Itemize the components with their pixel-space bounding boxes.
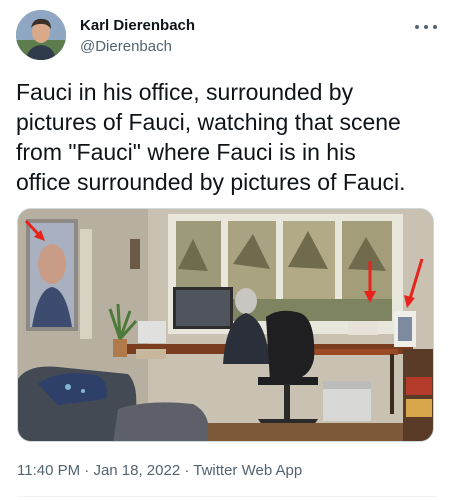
dot [424,25,428,29]
meta-separator: · [80,462,94,479]
divider [17,496,437,497]
handle[interactable]: @Dierenbach [80,37,195,57]
tweet-header: Karl Dierenbach @Dierenbach [16,10,437,62]
tweet-date[interactable]: Jan 18, 2022 [93,462,180,479]
tweet-meta: 11:40 PM · Jan 18, 2022 · Twitter Web Ap… [17,461,302,481]
tweet-photo[interactable] [17,208,434,442]
tweet-time[interactable]: 11:40 PM [17,462,80,479]
tweet-card: Karl Dierenbach @Dierenbach Fauci in his… [0,0,451,500]
dot [433,25,437,29]
tweet-text: Fauci in his office, surrounded by pictu… [16,79,406,195]
author-names: Karl Dierenbach @Dierenbach [80,16,195,57]
more-dots-icon[interactable] [415,18,437,36]
display-name[interactable]: Karl Dierenbach [80,16,195,36]
tweet-source[interactable]: Twitter Web App [193,462,302,479]
avatar[interactable] [16,10,66,60]
dot [415,25,419,29]
meta-separator: · [180,462,194,479]
